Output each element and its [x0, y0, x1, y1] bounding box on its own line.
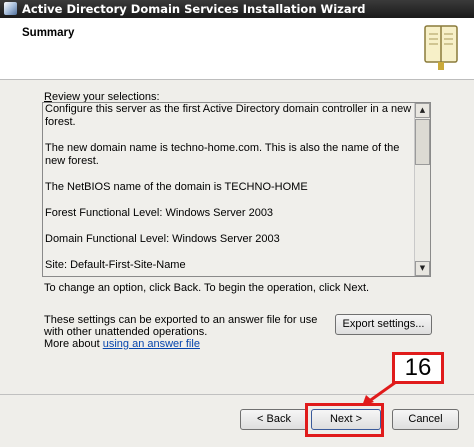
scroll-up-arrow-icon[interactable]: ▲ [415, 103, 430, 118]
answer-file-link[interactable]: using an answer file [103, 338, 200, 350]
back-button[interactable]: < Back [240, 409, 308, 430]
window-title: Active Directory Domain Services Install… [22, 2, 366, 16]
summary-line: Configure this server as the first Activ… [45, 103, 412, 128]
summary-line: Forest Functional Level: Windows Server … [45, 207, 274, 219]
step-badge: 16 [392, 352, 444, 384]
summary-line: Site: Default-First-Site-Name [45, 259, 186, 271]
book-icon [424, 25, 458, 70]
highlight-box [305, 403, 384, 437]
export-hint: These settings can be exported to an ans… [44, 314, 318, 338]
change-hint: To change an option, click Back. To begi… [44, 282, 370, 294]
window-titlebar[interactable]: Active Directory Domain Services Install… [0, 0, 474, 18]
summary-line: The new domain name is techno-home.com. … [45, 142, 400, 167]
more-about: More about using an answer file [44, 338, 200, 350]
summary-text: Configure this server as the first Activ… [45, 103, 415, 276]
more-about-prefix: More about [44, 338, 100, 350]
wizard-footer: < Back Next > Cancel [0, 395, 474, 447]
scroll-thumb[interactable] [415, 119, 430, 165]
page-title: Summary [22, 27, 75, 39]
vertical-scrollbar[interactable]: ▲ ▼ [414, 103, 430, 276]
wizard-content: Review your selections: Configure this s… [0, 80, 474, 395]
app-icon [4, 2, 17, 15]
summary-line: Domain Functional Level: Windows Server … [45, 233, 280, 245]
callout-arrow-icon [362, 380, 397, 406]
cancel-button[interactable]: Cancel [392, 409, 459, 430]
export-settings-button[interactable]: Export settings... [335, 314, 432, 335]
summary-textbox[interactable]: Configure this server as the first Activ… [42, 102, 431, 277]
wizard-header: Summary [0, 18, 474, 80]
scroll-down-arrow-icon[interactable]: ▼ [415, 261, 430, 276]
summary-line: The NetBIOS name of the domain is TECHNO… [45, 181, 308, 193]
